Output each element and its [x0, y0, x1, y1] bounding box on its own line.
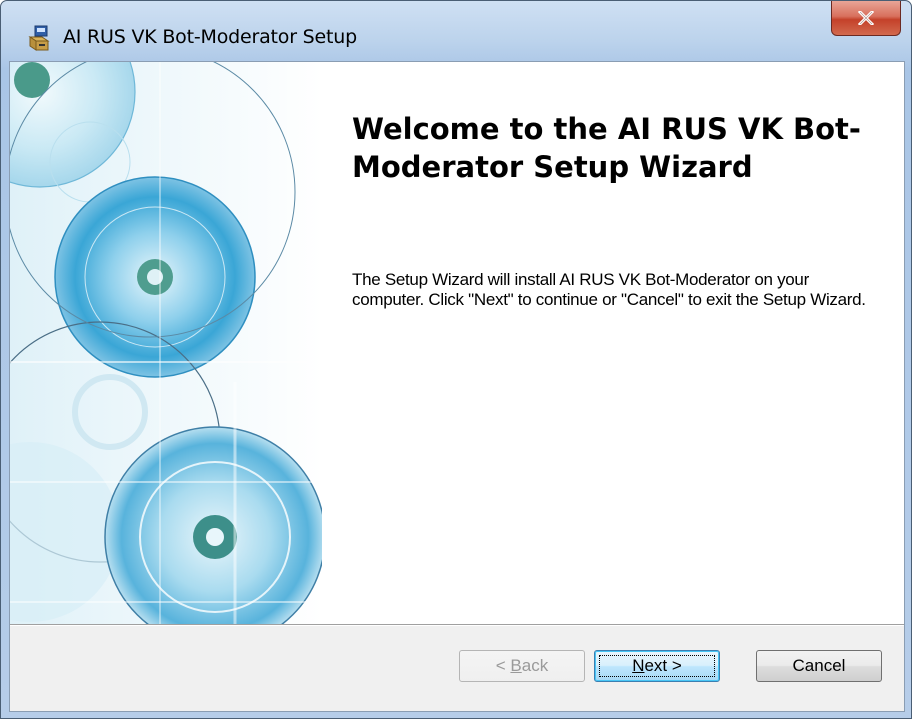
- title-bar[interactable]: AI RUS VK Bot-Moderator Setup: [1, 1, 911, 61]
- close-button[interactable]: [831, 1, 901, 36]
- wizard-content: Welcome to the AI RUS VK Bot-Moderator S…: [322, 62, 904, 624]
- welcome-heading: Welcome to the AI RUS VK Bot-Moderator S…: [352, 112, 861, 184]
- welcome-description: The Setup Wizard will install AI RUS VK …: [352, 270, 866, 309]
- window-title: AI RUS VK Bot-Moderator Setup: [63, 26, 357, 48]
- close-icon: [858, 11, 874, 25]
- back-button-rest: ack: [521, 656, 549, 675]
- installer-window: AI RUS VK Bot-Moderator Setup Welcome to…: [0, 0, 912, 719]
- wizard-dialog: Welcome to the AI RUS VK Bot-Moderator S…: [9, 61, 905, 712]
- cancel-button-label: Cancel: [792, 656, 846, 675]
- cancel-button[interactable]: Cancel: [756, 650, 882, 682]
- back-button[interactable]: < Back: [459, 650, 585, 682]
- button-area-divider: [10, 624, 904, 626]
- back-button-accel: B: [510, 656, 522, 675]
- wizard-banner-image: [10, 62, 322, 624]
- next-button[interactable]: Next >: [594, 650, 720, 682]
- back-button-prefix: <: [495, 656, 511, 675]
- focus-rectangle: [599, 655, 715, 677]
- installer-icon: [28, 25, 52, 51]
